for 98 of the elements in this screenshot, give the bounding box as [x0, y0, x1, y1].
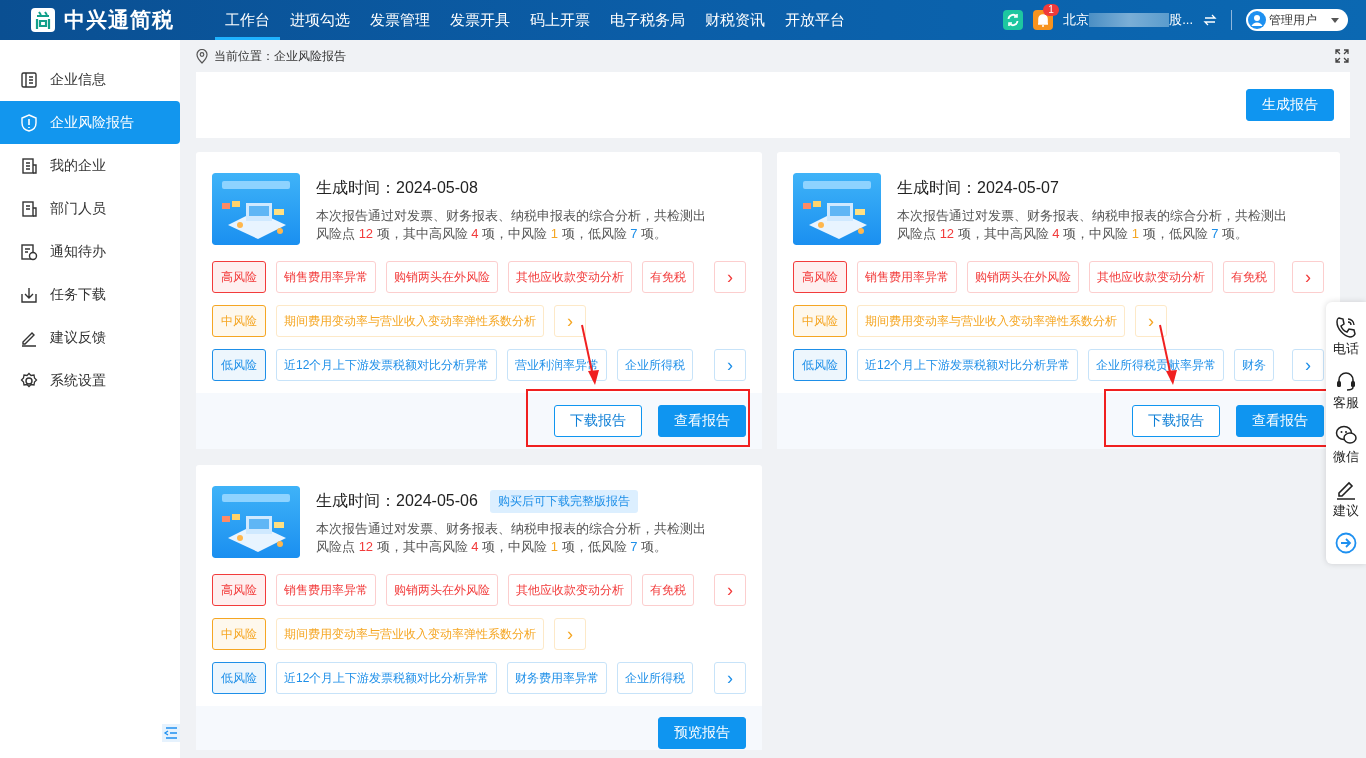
- risk-level-tag: 中风险: [212, 305, 266, 337]
- risk-item-tag[interactable]: 销售费用率异常: [276, 574, 376, 606]
- sidebar-item[interactable]: 我的企业: [0, 144, 180, 187]
- report-title: 生成时间：2024-05-08: [316, 177, 478, 198]
- risk-item-tag[interactable]: 企业所得税: [617, 662, 694, 694]
- risk-level-tag: 低风险: [793, 349, 847, 381]
- settings-icon: [20, 371, 38, 390]
- sidebar-item[interactable]: 企业信息: [0, 58, 180, 101]
- risk-item-tag[interactable]: 近12个月上下游发票税额对比分析异常: [276, 662, 498, 694]
- phone-icon[interactable]: [1335, 316, 1357, 338]
- more-button[interactable]: ›: [714, 261, 746, 293]
- risk-item-tag[interactable]: 购销两头在外风险: [967, 261, 1079, 293]
- report-button[interactable]: 查看报告: [1236, 405, 1324, 437]
- report-button[interactable]: 预览报告: [658, 717, 746, 749]
- company-name: 股...: [1169, 11, 1193, 29]
- report-title: 生成时间：2024-05-06: [316, 490, 478, 511]
- fullscreen-icon[interactable]: [1334, 48, 1350, 64]
- headset-icon[interactable]: [1335, 370, 1357, 392]
- nav-tab[interactable]: 开放平台: [775, 0, 855, 40]
- more-button[interactable]: ›: [714, 574, 746, 606]
- risk-level-tag: 中风险: [212, 618, 266, 650]
- risk-item-tag[interactable]: 其他应收款变动分析: [508, 574, 632, 606]
- building-icon: [20, 156, 38, 175]
- shield-icon: [20, 113, 38, 132]
- user-menu[interactable]: 管理用户: [1246, 9, 1348, 31]
- report-summary: 本次报告通过对发票、财务报表、纳税申报表的综合分析，共检测出风险点 12 项，其中高风险 4 项，中风险 1 项，低风险 7 项。: [316, 207, 707, 243]
- breadcrumb: 当前位置：企业风险报告: [214, 47, 346, 65]
- risk-item-tag[interactable]: 企业所得税: [617, 349, 694, 381]
- contact-label[interactable]: 客服: [1333, 394, 1359, 412]
- sidebar-item[interactable]: 建议反馈: [0, 316, 180, 359]
- sidebar-item[interactable]: 企业风险报告: [0, 101, 180, 144]
- nav-tab[interactable]: 电子税务局: [600, 0, 695, 40]
- menu-fold-icon: [162, 724, 180, 742]
- risk-level-tag: 中风险: [793, 305, 847, 337]
- report-title: 生成时间：2024-05-07: [897, 177, 1059, 198]
- risk-item-tag[interactable]: 财务: [1234, 349, 1275, 381]
- more-button[interactable]: ›: [554, 618, 586, 650]
- report-button[interactable]: 查看报告: [658, 405, 746, 437]
- report-button[interactable]: 下载报告: [554, 405, 642, 437]
- risk-item-tag[interactable]: 财务费用率异常: [507, 662, 608, 694]
- nav-tab[interactable]: 财税资讯: [695, 0, 775, 40]
- risk-item-tag[interactable]: 期间费用变动率与营业收入变动率弹性系数分析: [276, 618, 544, 650]
- building-icon: [20, 199, 38, 218]
- risk-item-tag[interactable]: 购销两头在外风险: [386, 261, 498, 293]
- download-icon: [20, 285, 38, 304]
- refresh-icon[interactable]: [1003, 10, 1024, 30]
- risk-item-tag[interactable]: 近12个月上下游发票税额对比分析异常: [276, 349, 498, 381]
- risk-item-tag[interactable]: 购销两头在外风险: [386, 574, 498, 606]
- risk-item-tag[interactable]: 有免税: [642, 261, 694, 293]
- more-button[interactable]: ›: [1135, 305, 1167, 337]
- risk-item-tag[interactable]: 期间费用变动率与营业收入变动率弹性系数分析: [276, 305, 544, 337]
- more-button[interactable]: ›: [554, 305, 586, 337]
- more-button[interactable]: ›: [714, 349, 746, 381]
- nav-tab[interactable]: 进项勾选: [280, 0, 360, 40]
- nav-tab[interactable]: 发票开具: [440, 0, 520, 40]
- risk-item-tag[interactable]: 销售费用率异常: [276, 261, 376, 293]
- chat-icon[interactable]: [1335, 424, 1357, 446]
- contact-label[interactable]: 电话: [1333, 340, 1359, 358]
- sidebar-item[interactable]: 通知待办: [0, 230, 180, 273]
- risk-item-tag[interactable]: 近12个月上下游发票税额对比分析异常: [857, 349, 1079, 381]
- report-summary: 本次报告通过对发票、财务报表、纳税申报表的综合分析，共检测出风险点 12 项，其中高风险 4 项，中风险 1 项，低风险 7 项。: [316, 520, 707, 556]
- risk-item-tag[interactable]: 期间费用变动率与营业收入变动率弹性系数分析: [857, 305, 1125, 337]
- notification-count: 1: [1043, 4, 1059, 16]
- sidebar-item[interactable]: 系统设置: [0, 359, 180, 402]
- risk-level-tag: 低风险: [212, 662, 266, 694]
- more-button[interactable]: ›: [714, 662, 746, 694]
- document-icon: [20, 70, 38, 89]
- brand-name: 中兴通简税: [64, 7, 174, 33]
- risk-item-tag[interactable]: 有免税: [1223, 261, 1275, 293]
- report-button[interactable]: 下载报告: [1132, 405, 1220, 437]
- risk-item-tag[interactable]: 有免税: [642, 574, 694, 606]
- risk-level-tag: 高风险: [793, 261, 847, 293]
- generate-report-button[interactable]: 生成报告: [1246, 89, 1334, 121]
- report-summary: 本次报告通过对发票、财务报表、纳税申报表的综合分析，共检测出风险点 12 项，其中高风险 4 项，中风险 1 项，低风险 7 项。: [897, 207, 1288, 243]
- sidebar-item[interactable]: 部门人员: [0, 187, 180, 230]
- more-button[interactable]: ›: [1292, 349, 1324, 381]
- risk-level-tag: 高风险: [212, 574, 266, 606]
- nav-tab[interactable]: 工作台: [215, 0, 280, 40]
- switch-icon[interactable]: [1203, 13, 1217, 27]
- risk-item-tag[interactable]: 其他应收款变动分析: [508, 261, 632, 293]
- document-clock-icon: [20, 242, 38, 261]
- arrow-right-icon[interactable]: [1335, 532, 1357, 554]
- risk-item-tag[interactable]: 其他应收款变动分析: [1089, 261, 1213, 293]
- risk-item-tag[interactable]: 销售费用率异常: [857, 261, 957, 293]
- nav-tab[interactable]: 发票管理: [360, 0, 440, 40]
- risk-level-tag: 高风险: [212, 261, 266, 293]
- contact-label[interactable]: 微信: [1333, 448, 1359, 466]
- nav-tab[interactable]: 码上开票: [520, 0, 600, 40]
- notice-badge: 购买后可下载完整版报告: [489, 489, 638, 513]
- location-icon: [196, 48, 208, 64]
- logo-icon: [30, 7, 56, 33]
- sidebar-item[interactable]: 任务下载: [0, 273, 180, 316]
- risk-level-tag: 低风险: [212, 349, 266, 381]
- avatar-icon: [1248, 11, 1266, 29]
- company-name: 北京: [1063, 11, 1090, 29]
- more-button[interactable]: ›: [1292, 261, 1324, 293]
- contact-label[interactable]: 建议: [1333, 502, 1359, 520]
- caret-icon: [1330, 16, 1340, 24]
